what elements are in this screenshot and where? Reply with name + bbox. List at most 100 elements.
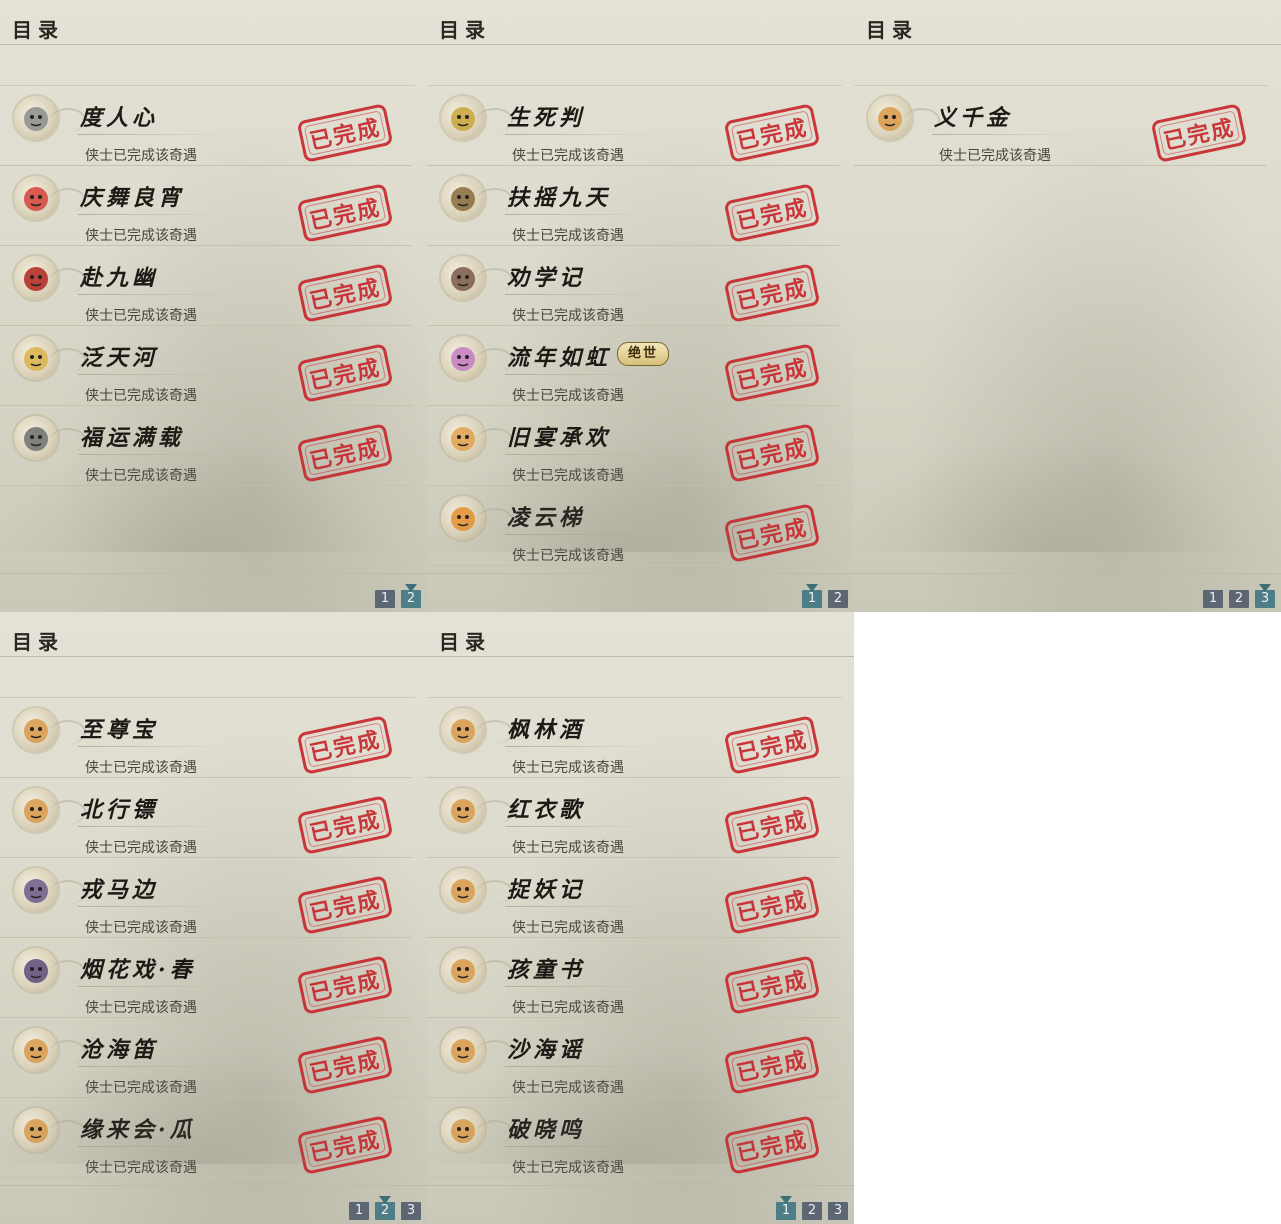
encounter-entry[interactable]: 流年如虹 绝世 侠士已完成该奇遇 已完成 <box>427 326 839 406</box>
cat-icon <box>441 708 513 752</box>
encounter-entry[interactable]: 福运满载 侠士已完成该奇遇 已完成 <box>0 406 412 486</box>
name-underline <box>78 746 228 747</box>
encounter-entry[interactable]: 生死判 侠士已完成该奇遇 已完成 <box>427 86 839 166</box>
encounter-entry[interactable]: 捉妖记 侠士已完成该奇遇 已完成 <box>427 858 839 938</box>
encounter-name: 生死判 <box>507 105 586 131</box>
encounter-entry[interactable]: 至尊宝 侠士已完成该奇遇 已完成 <box>0 698 412 778</box>
warrior-portrait-icon <box>14 868 86 912</box>
completed-stamp: 已完成 <box>296 183 394 243</box>
encounter-name: 缘来会·瓜 <box>80 1117 196 1143</box>
encounter-entry[interactable]: 缘来会·瓜 侠士已完成该奇遇 已完成 <box>0 1098 412 1178</box>
completed-stamp: 已完成 <box>723 423 821 483</box>
encounter-entry[interactable]: 劝学记 侠士已完成该奇遇 已完成 <box>427 246 839 326</box>
completion-status: 侠士已完成该奇遇 <box>512 308 624 324</box>
completion-status: 侠士已完成该奇遇 <box>939 148 1051 164</box>
encounter-entry[interactable]: 扶摇九天 侠士已完成该奇遇 已完成 <box>427 166 839 246</box>
name-underline <box>78 1066 228 1067</box>
footer-divider <box>0 573 427 574</box>
rarity-badge: 绝世 <box>617 342 670 366</box>
encounter-name: 北行镖 <box>80 797 159 823</box>
completed-stamp: 已完成 <box>1150 103 1248 163</box>
cat-icon <box>441 868 513 912</box>
entry-divider <box>854 165 1266 166</box>
name-underline <box>505 294 655 295</box>
panel-title: 目录 <box>439 630 491 654</box>
encounter-entry[interactable]: 沧海笛 侠士已完成该奇遇 已完成 <box>0 1018 412 1098</box>
page-button[interactable]: 2 <box>401 584 421 608</box>
page-button[interactable]: 2 <box>802 1202 822 1220</box>
page-button[interactable]: 3 <box>1255 584 1275 608</box>
flower-icon <box>441 336 513 380</box>
name-underline <box>78 826 228 827</box>
encounter-entry[interactable]: 烟花戏·春 侠士已完成该奇遇 已完成 <box>0 938 412 1018</box>
entry-divider <box>0 1177 412 1178</box>
panel-title: 目录 <box>12 630 64 654</box>
name-underline <box>78 294 228 295</box>
encounter-entry[interactable]: 庆舞良宵 侠士已完成该奇遇 已完成 <box>0 166 412 246</box>
lady-portrait-icon <box>14 948 86 992</box>
name-underline <box>78 134 228 135</box>
encounter-name: 烟花戏·春 <box>80 957 196 983</box>
panel-title: 目录 <box>12 18 64 42</box>
page-button[interactable]: 2 <box>1229 590 1249 608</box>
catalog-panel: 目录 义千金 侠士已完成该奇遇 已完成 1 2 3 <box>854 0 1281 612</box>
page-button[interactable]: 2 <box>375 1196 395 1220</box>
completion-status: 侠士已完成该奇遇 <box>512 468 624 484</box>
completion-status: 侠士已完成该奇遇 <box>85 468 197 484</box>
name-underline <box>505 214 655 215</box>
panel-header: 目录 <box>427 0 854 45</box>
completion-status: 侠士已完成该奇遇 <box>85 1160 197 1176</box>
encounter-entry[interactable]: 沙海谣 侠士已完成该奇遇 已完成 <box>427 1018 839 1098</box>
page-button[interactable]: 3 <box>401 1202 421 1220</box>
encounter-entry[interactable]: 破晓鸣侠士已完成该奇遇 已完成 <box>427 1098 839 1178</box>
completion-status: 侠士已完成该奇遇 <box>512 548 624 564</box>
encounter-entry[interactable]: 义千金 侠士已完成该奇遇 已完成 <box>854 86 1266 166</box>
encounter-name: 捉妖记 <box>507 877 586 903</box>
entry-divider <box>0 485 412 486</box>
completion-status: 侠士已完成该奇遇 <box>85 920 197 936</box>
panel-header: 目录 <box>854 0 1281 45</box>
completion-status: 侠士已完成该奇遇 <box>85 148 197 164</box>
encounter-entry[interactable]: 度人心 侠士已完成该奇遇 已完成 <box>0 86 412 166</box>
page-button[interactable]: 1 <box>349 1202 369 1220</box>
encounter-name: 沙海谣 <box>507 1037 586 1063</box>
encounter-entry[interactable]: 旧宴承欢 侠士已完成该奇遇 已完成 <box>427 406 839 486</box>
encounter-entry[interactable]: 泛天河 侠士已完成该奇遇 已完成 <box>0 326 412 406</box>
completed-stamp: 已完成 <box>296 263 394 323</box>
completion-status: 侠士已完成该奇遇 <box>85 1080 197 1096</box>
encounter-name: 至尊宝 <box>80 717 159 743</box>
encounter-entry[interactable]: 凌云梯 侠士已完成该奇遇 已完成 <box>427 486 839 566</box>
page-button[interactable]: 1 <box>802 584 822 608</box>
encounter-entry[interactable]: 戎马边 侠士已完成该奇遇 已完成 <box>0 858 412 938</box>
name-underline <box>78 1146 228 1147</box>
pagination: 123 <box>776 1196 848 1222</box>
name-underline <box>505 746 655 747</box>
completed-stamp: 已完成 <box>723 503 821 563</box>
cat-icon <box>441 1108 513 1152</box>
completed-stamp: 已完成 <box>723 1115 821 1175</box>
encounter-name: 戎马边 <box>80 877 159 903</box>
completion-status: 侠士已完成该奇遇 <box>512 1000 624 1016</box>
encounter-entry[interactable]: 红衣歌 侠士已完成该奇遇 已完成 <box>427 778 839 858</box>
encounter-entry[interactable]: 北行镖 侠士已完成该奇遇 已完成 <box>0 778 412 858</box>
encounter-name: 红衣歌 <box>507 797 586 823</box>
page-button[interactable]: 2 <box>828 590 848 608</box>
completed-stamp: 已完成 <box>723 263 821 323</box>
encounter-entry[interactable]: 孩童书 侠士已完成该奇遇 已完成 <box>427 938 839 1018</box>
panel-header: 目录 <box>0 0 427 45</box>
wooden-post-icon <box>441 176 513 220</box>
page-button[interactable]: 1 <box>375 590 395 608</box>
page-button[interactable]: 1 <box>776 1196 796 1220</box>
face-icon <box>441 496 513 540</box>
encounter-name: 破晓鸣 <box>507 1117 586 1143</box>
cat-icon <box>14 1028 86 1072</box>
page-button[interactable]: 1 <box>1203 590 1223 608</box>
encounter-entry[interactable]: 赴九幽 侠士已完成该奇遇 已完成 <box>0 246 412 326</box>
pagination: 12 <box>375 584 421 610</box>
name-underline <box>505 1066 655 1067</box>
completed-stamp: 已完成 <box>296 343 394 403</box>
completion-status: 侠士已完成该奇遇 <box>512 1160 624 1176</box>
encounter-entry[interactable]: 枫林酒 侠士已完成该奇遇 已完成 <box>427 698 839 778</box>
encounter-name: 沧海笛 <box>80 1037 159 1063</box>
page-button[interactable]: 3 <box>828 1202 848 1220</box>
